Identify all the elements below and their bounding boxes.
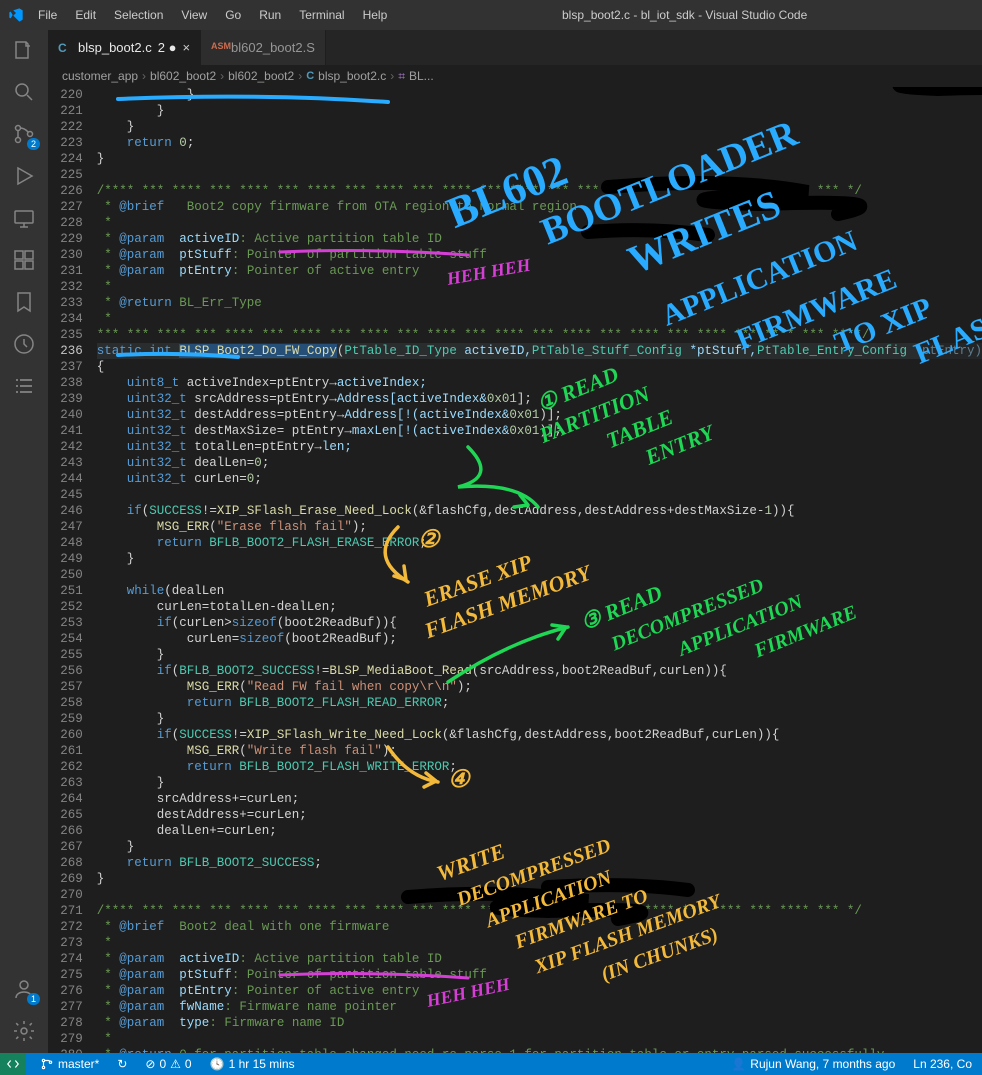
code-content[interactable]: } } } return 0;}/**** *** **** *** **** … <box>97 87 982 1053</box>
menu-terminal[interactable]: Terminal <box>291 4 352 26</box>
activity-bar: 2 1 <box>0 30 48 1053</box>
editor-tabs: C blsp_boot2.c 2 ● × ASM bl602_boot2.S <box>48 30 982 65</box>
title-bar: File Edit Selection View Go Run Terminal… <box>0 0 982 30</box>
c-file-icon: C <box>306 70 314 82</box>
crumb[interactable]: BL... <box>409 69 434 83</box>
search-icon[interactable] <box>12 80 36 104</box>
person-icon: 👤 <box>731 1057 746 1071</box>
close-icon[interactable]: × <box>182 40 190 55</box>
menu-edit[interactable]: Edit <box>67 4 104 26</box>
run-debug-icon[interactable] <box>12 164 36 188</box>
git-blame[interactable]: 👤Rujun Wang, 7 months ago <box>727 1057 899 1071</box>
wakatime-status[interactable]: 🕓1 hr 15 mins <box>206 1057 299 1071</box>
cursor-position[interactable]: Ln 236, Co <box>909 1057 976 1071</box>
vscode-logo-icon <box>8 7 24 23</box>
tab-dirty-indicator: 2 ● <box>158 40 177 55</box>
asm-file-icon: ASM <box>211 41 225 55</box>
tab-bl602-boot2-s[interactable]: ASM bl602_boot2.S <box>201 30 326 65</box>
scm-badge: 2 <box>27 138 40 150</box>
accounts-badge: 1 <box>27 993 40 1005</box>
warning-icon: ⚠ <box>170 1057 181 1071</box>
clock-icon: 🕓 <box>210 1057 225 1071</box>
bookmark-icon[interactable] <box>12 290 36 314</box>
breadcrumbs[interactable]: customer_app› bl602_boot2› bl602_boot2› … <box>48 65 982 87</box>
menu-selection[interactable]: Selection <box>106 4 171 26</box>
problems[interactable]: ⊘0 ⚠0 <box>141 1057 195 1071</box>
tab-label: blsp_boot2.c <box>78 40 152 55</box>
tab-blsp-boot2-c[interactable]: C blsp_boot2.c 2 ● × <box>48 30 201 65</box>
list-icon[interactable] <box>12 374 36 398</box>
editor-area: C blsp_boot2.c 2 ● × ASM bl602_boot2.S c… <box>48 30 982 1053</box>
menu-run[interactable]: Run <box>251 4 289 26</box>
crumb[interactable]: bl602_boot2 <box>228 69 294 83</box>
remote-indicator[interactable] <box>0 1053 26 1075</box>
explorer-icon[interactable] <box>12 38 36 62</box>
source-control-icon[interactable]: 2 <box>12 122 36 146</box>
wakatime-icon[interactable] <box>12 332 36 356</box>
menu-file[interactable]: File <box>30 4 65 26</box>
window-title: blsp_boot2.c - bl_iot_sdk - Visual Studi… <box>395 8 974 22</box>
menu-view[interactable]: View <box>173 4 215 26</box>
tab-label: bl602_boot2.S <box>231 40 315 55</box>
c-file-icon: C <box>58 41 72 55</box>
menu-help[interactable]: Help <box>355 4 396 26</box>
menu-go[interactable]: Go <box>217 4 249 26</box>
crumb[interactable]: customer_app <box>62 69 138 83</box>
crumb-symbol-icon: ⌗ <box>398 69 405 84</box>
git-branch[interactable]: master* <box>36 1057 103 1071</box>
extensions-icon[interactable] <box>12 248 36 272</box>
accounts-icon[interactable]: 1 <box>12 977 36 1001</box>
crumb[interactable]: blsp_boot2.c <box>318 69 386 83</box>
remote-explorer-icon[interactable] <box>12 206 36 230</box>
line-gutter: 2202212222232242252262272282292302312322… <box>48 87 97 1053</box>
sync-button[interactable]: ↻ <box>113 1057 131 1071</box>
crumb[interactable]: bl602_boot2 <box>150 69 216 83</box>
menu-bar: File Edit Selection View Go Run Terminal… <box>30 4 395 26</box>
settings-gear-icon[interactable] <box>12 1019 36 1043</box>
minimap[interactable] <box>922 87 982 1053</box>
error-icon: ⊘ <box>145 1057 155 1071</box>
status-bar: master* ↻ ⊘0 ⚠0 🕓1 hr 15 mins 👤Rujun Wan… <box>0 1053 982 1075</box>
code-editor[interactable]: 2202212222232242252262272282292302312322… <box>48 87 982 1053</box>
